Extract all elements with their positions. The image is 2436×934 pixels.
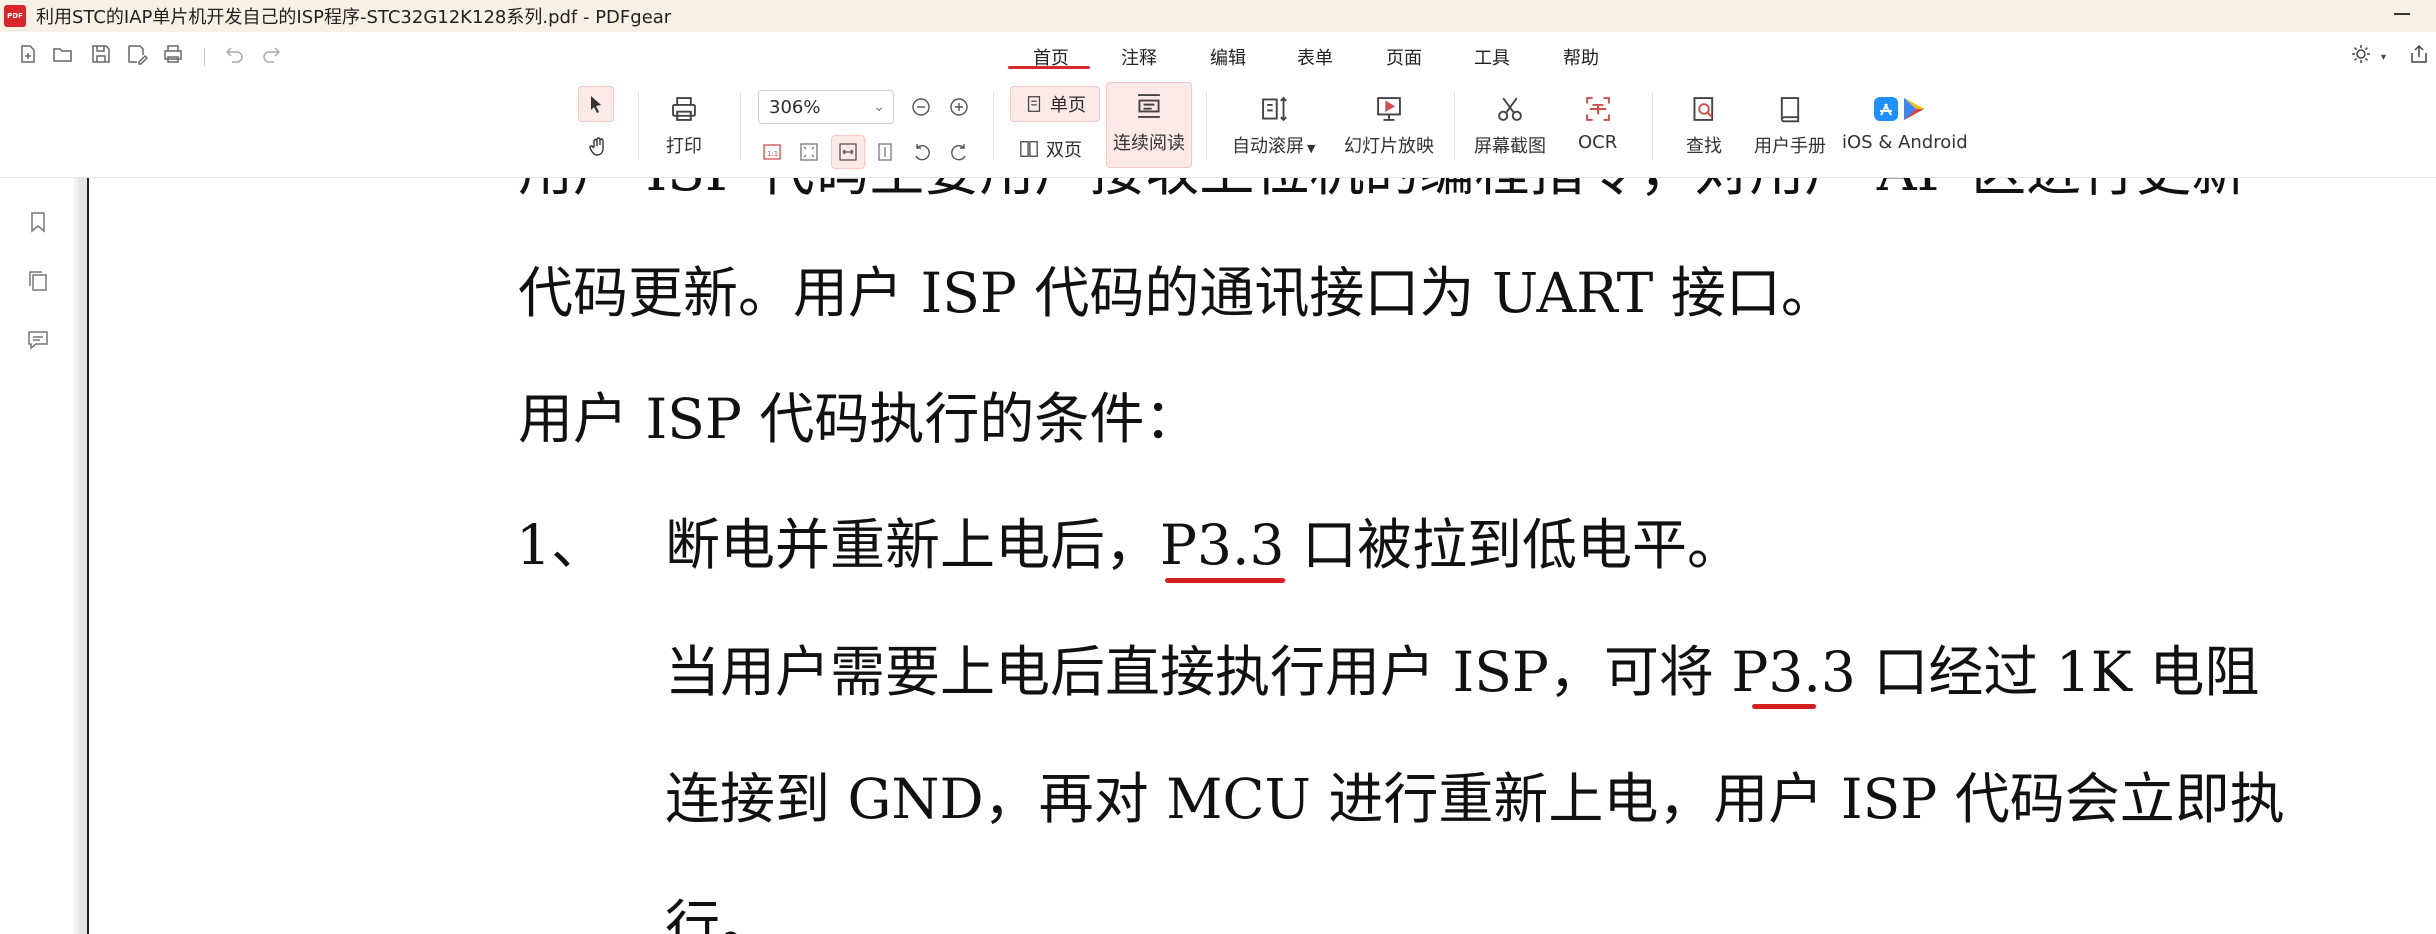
document-scroll-gutter [78, 178, 87, 934]
double-page-button[interactable]: 双页 [1018, 136, 1082, 162]
zoom-in-icon[interactable] [946, 94, 972, 120]
app-store-play-icon [1870, 92, 1940, 126]
book-icon [1773, 92, 1807, 126]
ocr-label: OCR [1578, 132, 1618, 153]
zoom-out-icon[interactable] [908, 94, 934, 120]
auto-scroll-button[interactable]: 自动滚屏 ▼ [1232, 92, 1315, 158]
pdf-page: 用户 ISP 代码主要用户接收上位机的编程指令，对用户 AP 区进行更新 代码更… [89, 178, 2436, 934]
single-page-button[interactable]: 单页 [1010, 86, 1100, 122]
tab-page[interactable]: 页面 [1386, 44, 1422, 70]
thumbnails-icon[interactable] [25, 268, 51, 294]
printer-icon [667, 92, 701, 126]
fit-height-icon[interactable] [872, 139, 898, 165]
left-sidebar [0, 178, 74, 934]
theme-sun-icon[interactable] [2350, 43, 2372, 65]
text-line-update: 代码更新。用户 ISP 代码的通讯接口为 UART 接口。 [518, 261, 1836, 325]
slideshow-icon [1372, 92, 1406, 126]
annotation-underline[interactable] [1752, 704, 1816, 709]
tab-annotate[interactable]: 注释 [1121, 44, 1157, 70]
minimize-button[interactable] [2394, 13, 2410, 15]
zoom-select[interactable]: 306% ⌄ [758, 90, 894, 124]
screenshot-label: 屏幕截图 [1474, 136, 1546, 157]
comments-icon[interactable] [25, 327, 51, 353]
scissors-icon [1493, 92, 1527, 126]
window-title: 利用STC的IAP单片机开发自己的ISP程序-STC32G12K128系列.pd… [36, 7, 672, 28]
tab-edit[interactable]: 编辑 [1210, 44, 1246, 70]
continuous-read-icon [1132, 89, 1166, 123]
paragraph-line-2: 连接到 GND，再对 MCU 进行重新上电，用户 ISP 代码会立即执 [665, 767, 2285, 831]
save-icon[interactable] [90, 43, 112, 65]
paragraph-line-3: 行。 [665, 894, 776, 934]
double-page-label: 双页 [1046, 140, 1082, 161]
slideshow-button[interactable]: 幻灯片放映 [1344, 92, 1434, 158]
single-page-icon [1027, 96, 1041, 112]
title-bar: PDF 利用STC的IAP单片机开发自己的ISP程序-STC32G12K128系… [0, 0, 2436, 32]
divider [1652, 92, 1653, 160]
zoom-value: 306% [769, 96, 821, 118]
redo-icon[interactable] [260, 43, 282, 65]
select-tool-button[interactable] [578, 86, 614, 122]
fit-width-icon[interactable] [831, 135, 865, 169]
ribbon-toolbar [0, 78, 2436, 178]
screenshot-button[interactable]: 屏幕截图 [1474, 92, 1546, 158]
user-manual-label: 用户手册 [1754, 136, 1826, 157]
fit-page-icon[interactable] [796, 139, 822, 165]
save-as-icon[interactable] [126, 43, 149, 65]
print-quick-icon[interactable] [162, 43, 184, 65]
user-manual-button[interactable]: 用户手册 [1754, 92, 1826, 158]
divider [1454, 92, 1455, 160]
search-icon [1687, 92, 1721, 126]
auto-scroll-icon [1257, 92, 1291, 126]
ocr-button[interactable]: OCR [1578, 92, 1617, 153]
ocr-icon [1581, 92, 1615, 126]
print-label: 打印 [666, 136, 702, 157]
pdf-app-icon: PDF [4, 5, 26, 27]
paragraph-line-1: 当用户需要上电后直接执行用户 ISP，可将 P3.3 口经过 1K 电阻 [665, 640, 2260, 704]
auto-scroll-label: 自动滚屏 ▼ [1232, 136, 1316, 157]
continuous-read-label: 连续阅读 [1113, 133, 1185, 154]
new-file-icon[interactable] [17, 43, 39, 65]
svg-text:1:1: 1:1 [767, 150, 778, 158]
actual-size-icon[interactable]: 1:1 [759, 139, 785, 165]
annotation-underline[interactable] [1165, 578, 1285, 583]
divider [204, 48, 205, 66]
mobile-apps-label: iOS & Android [1842, 132, 1968, 153]
tab-tools[interactable]: 工具 [1474, 44, 1510, 70]
text-line-conditions: 用户 ISP 代码执行的条件： [518, 387, 1200, 451]
print-button[interactable]: 打印 [666, 92, 702, 158]
find-button[interactable]: 查找 [1686, 92, 1722, 158]
mobile-apps-button[interactable]: iOS & Android [1842, 92, 1968, 153]
hand-tool-icon[interactable] [585, 134, 611, 160]
double-page-icon [1020, 141, 1038, 157]
share-icon[interactable] [2408, 43, 2430, 65]
divider [638, 92, 639, 160]
caret-down-icon: ▼ [1307, 142, 1316, 155]
open-folder-icon[interactable] [52, 43, 74, 65]
undo-icon[interactable] [224, 43, 246, 65]
rotate-left-icon[interactable] [909, 139, 935, 165]
divider [993, 92, 994, 160]
find-label: 查找 [1686, 136, 1722, 157]
slideshow-label: 幻灯片放映 [1344, 136, 1434, 157]
rotate-right-icon[interactable] [946, 139, 972, 165]
tab-help[interactable]: 帮助 [1563, 44, 1599, 70]
active-tab-indicator [1008, 66, 1090, 69]
divider [740, 92, 741, 160]
bookmark-icon[interactable] [25, 209, 51, 235]
list-item-number: 1、 [516, 513, 606, 577]
divider [1206, 92, 1207, 160]
text-line-partial: 用户 ISP 代码主要用户接收上位机的编程指令，对用户 AP 区进行更新 [518, 178, 2246, 206]
tab-form[interactable]: 表单 [1297, 44, 1333, 70]
chevron-down-icon: ⌄ [873, 99, 885, 115]
list-item-text: 断电并重新上电后，P3.3 口被拉到低电平。 [665, 513, 1742, 577]
continuous-read-button[interactable]: 连续阅读 [1106, 82, 1192, 168]
single-page-label: 单页 [1050, 95, 1086, 116]
theme-dropdown-arrow-icon[interactable]: ▾ [2381, 52, 2386, 63]
